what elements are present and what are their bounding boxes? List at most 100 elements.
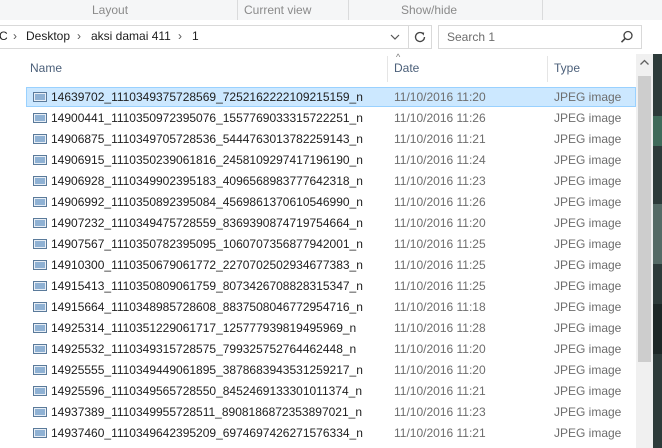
file-type: JPEG image [554,342,622,356]
image-file-icon [33,155,47,165]
file-name: 14639702_1110349375728569_72521622221092… [51,90,363,104]
file-name: 14925555_1110349449061895_38786839435312… [51,363,363,377]
file-type: JPEG image [554,321,622,335]
image-file-icon [33,344,47,354]
file-type: JPEG image [554,279,622,293]
file-type: JPEG image [554,237,622,251]
breadcrumb-chevron-icon[interactable]: › [77,29,81,43]
file-name: 14925532_1110349315728575_79932575276446… [51,342,357,356]
file-date: 11/10/2016 11:20 [394,216,486,230]
file-row[interactable]: 14937389_1110349955728511_89081868723538… [26,402,636,422]
file-row[interactable]: 14937460_1110349642395209_69746974262715… [26,423,636,443]
file-row[interactable]: 14910300_1110350679061772_22707025029346… [26,255,636,275]
file-name: 14907567_1110350782395095_10607073568779… [51,237,363,251]
file-row[interactable]: 14915664_1110348985728608_88375080467729… [26,297,636,317]
file-type: JPEG image [554,384,622,398]
image-file-icon [33,386,47,396]
search-box[interactable] [438,25,642,49]
file-date: 11/10/2016 11:23 [394,174,486,188]
file-row[interactable]: 14906992_1110350892395084_45698613706105… [26,192,636,212]
chevron-down-icon [390,34,400,40]
desktop-wallpaper-patch [653,204,662,264]
scroll-up-arrow-icon[interactable] [636,54,653,71]
file-row[interactable]: 14925532_1110349315728575_79932575276446… [26,339,636,359]
search-icon[interactable] [619,29,635,45]
file-row[interactable]: 14907232_1110349475728559_83693908747197… [26,213,636,233]
file-type: JPEG image [554,426,622,440]
file-name: 14907232_1110349475728559_83693908747197… [51,216,363,230]
file-type: JPEG image [554,195,622,209]
file-date: 11/10/2016 11:24 [394,153,486,167]
file-type: JPEG image [554,90,622,104]
desktop-background-strip [653,54,662,448]
image-file-icon [33,281,47,291]
file-row[interactable]: 14915413_1110350809061759_80734267088283… [26,276,636,296]
breadcrumb-current-folder[interactable]: 1 [192,29,199,43]
file-date: 11/10/2016 11:21 [394,384,486,398]
file-type: JPEG image [554,216,622,230]
file-date: 11/10/2016 11:20 [394,90,486,104]
vertical-scrollbar[interactable] [636,54,653,448]
image-file-icon [33,428,47,438]
file-date: 11/10/2016 11:28 [394,321,486,335]
ribbon-group-labels: Layout Current view Show/hide [0,0,662,21]
image-file-icon [33,197,47,207]
file-name: 14906928_1110349902395183_40965689837776… [51,174,363,188]
ribbon-divider [237,0,238,20]
file-type: JPEG image [554,405,622,419]
column-header-row: ^ Name Date Type [0,52,636,82]
file-date: 11/10/2016 11:23 [394,405,486,419]
breadcrumb-aksi-damai[interactable]: aksi damai 411 [91,29,171,43]
column-header-type[interactable]: Type [554,61,580,75]
column-header-name[interactable]: Name [30,61,62,75]
file-row[interactable]: 14906928_1110349902395183_40965689837776… [26,171,636,191]
file-date: 11/10/2016 11:21 [394,132,486,146]
file-name: 14900441_1110350972395076_15577690333157… [51,111,363,125]
file-row[interactable]: 14925596_1110349565728550_84524691333010… [26,381,636,401]
breadcrumb-chevron-icon[interactable]: › [178,29,182,43]
ribbon-divider [348,0,349,20]
ribbon-group-current-view: Current view [244,3,312,17]
refresh-button[interactable] [408,25,432,49]
address-history-dropdown-button[interactable] [384,26,406,48]
scrollbar-thumb[interactable] [638,76,651,362]
ribbon-group-layout: Layout [92,3,129,17]
file-name: 14915664_1110348985728608_88375080467729… [51,300,363,314]
breadcrumb-root[interactable]: C [0,29,8,43]
desktop-wallpaper-patch [653,304,662,354]
file-name: 14915413_1110350809061759_80734267088283… [51,279,363,293]
image-file-icon [33,218,47,228]
address-bar[interactable]: C › Desktop › aksi damai 411 › 1 [0,25,409,49]
ribbon-divider [542,0,543,20]
column-resize-handle[interactable] [547,56,548,82]
image-file-icon [33,239,47,249]
file-date: 11/10/2016 11:25 [394,258,486,272]
image-file-icon [33,134,47,144]
file-row[interactable]: 14906875_1110349705728536_54447630137822… [26,129,636,149]
file-row[interactable] [26,444,636,448]
breadcrumb-desktop[interactable]: Desktop [26,29,70,43]
file-date: 11/10/2016 11:18 [394,300,486,314]
file-date: 11/10/2016 11:21 [394,426,486,440]
file-row[interactable]: 14925314_1110351229061717_12577793981949… [26,318,636,338]
file-row[interactable]: 14925555_1110349449061895_38786839435312… [26,360,636,380]
file-name: 14937389_1110349955728511_89081868723538… [51,405,362,419]
column-resize-handle[interactable] [387,56,388,82]
column-header-date[interactable]: Date [394,61,419,75]
file-date: 11/10/2016 11:20 [394,363,486,377]
file-type: JPEG image [554,132,622,146]
file-date: 11/10/2016 11:25 [394,279,486,293]
file-name: 14906875_1110349705728536_54447630137822… [51,132,363,146]
image-file-icon [33,365,47,375]
file-row[interactable]: 14906915_1110350239061816_24581092974171… [26,150,636,170]
file-row[interactable]: 14900441_1110350972395076_15577690333157… [26,108,636,128]
file-name: 14906992_1110350892395084_45698613706105… [51,195,363,209]
file-row[interactable]: 14639702_1110349375728569_72521622221092… [26,87,636,107]
file-list: 14639702_1110349375728569_72521622221092… [0,84,636,448]
file-type: JPEG image [554,300,622,314]
search-input[interactable] [447,28,607,45]
breadcrumb-chevron-icon[interactable]: › [13,29,17,43]
image-file-icon [33,260,47,270]
navigation-bar: C › Desktop › aksi damai 411 › 1 [0,20,662,55]
file-row[interactable]: 14907567_1110350782395095_10607073568779… [26,234,636,254]
